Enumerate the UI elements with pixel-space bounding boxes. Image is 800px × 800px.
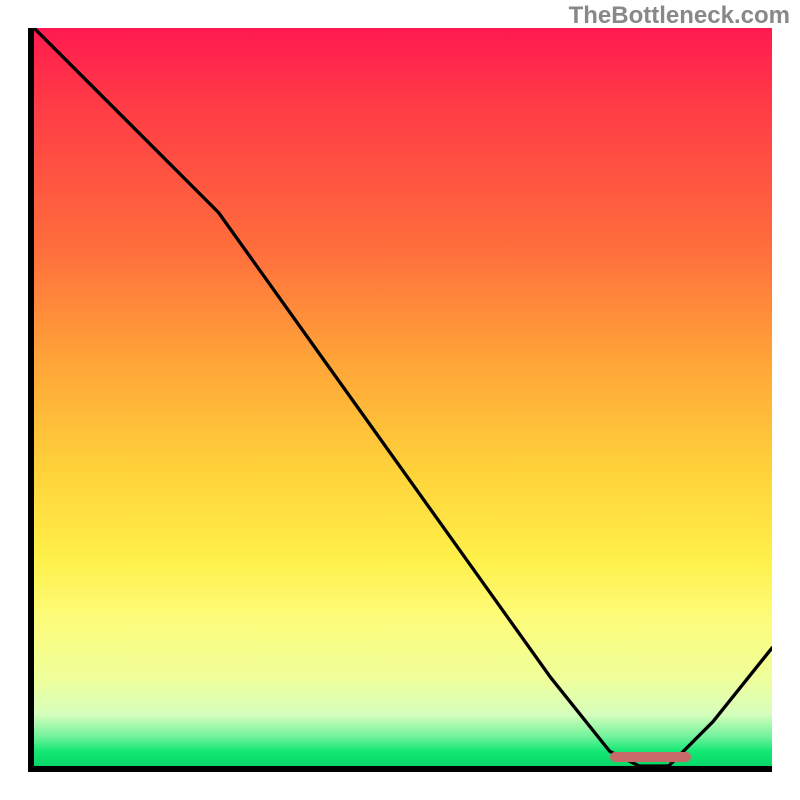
bottleneck-curve	[34, 28, 772, 766]
watermark-text: TheBottleneck.com	[569, 2, 790, 30]
optimal-range-marker	[610, 752, 691, 762]
chart-plot-area	[28, 28, 772, 772]
curve-path	[34, 28, 772, 766]
